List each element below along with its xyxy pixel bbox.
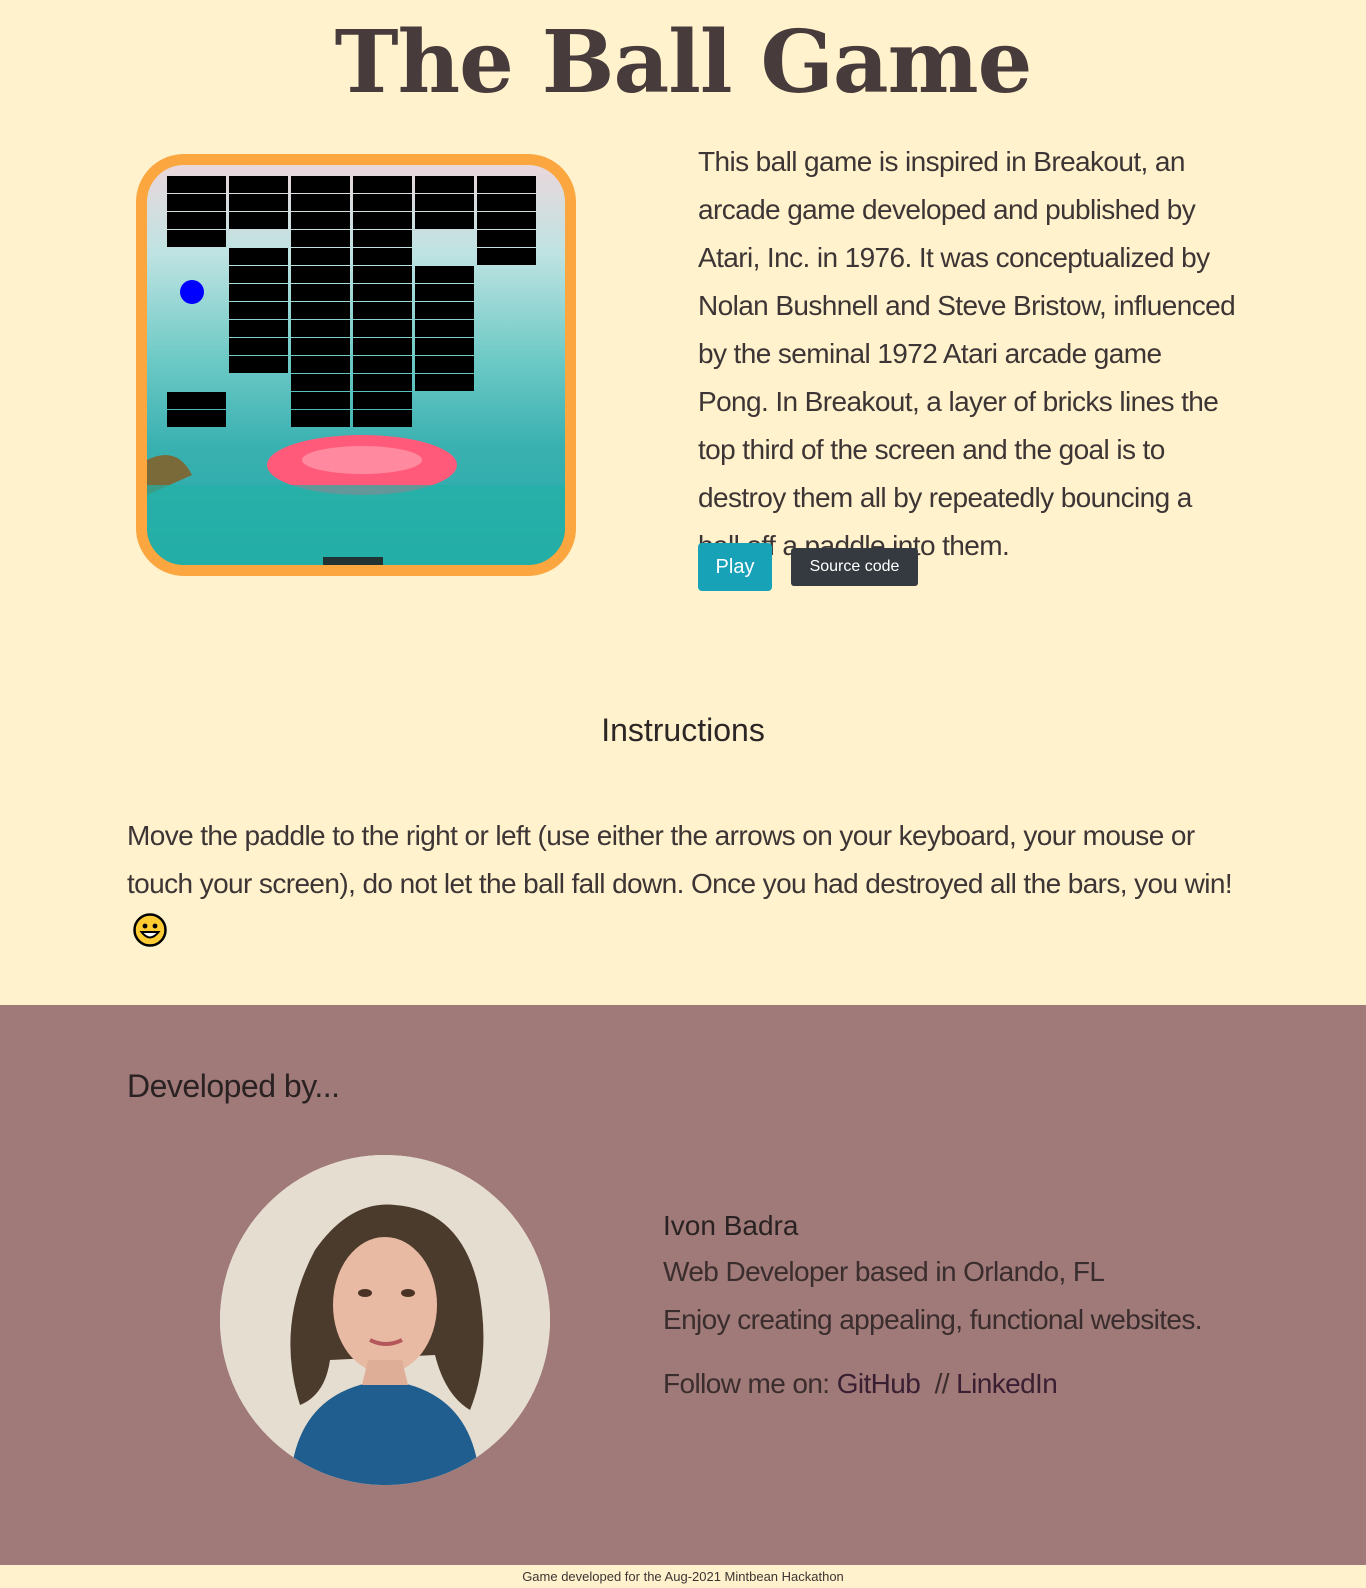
brick [353, 212, 412, 229]
github-link[interactable]: GitHub [837, 1368, 921, 1399]
brick [291, 302, 350, 319]
brick [353, 248, 412, 265]
brick [477, 194, 536, 211]
instructions-heading: Instructions [601, 712, 765, 748]
brick [291, 392, 350, 409]
brick [167, 194, 226, 211]
instructions-body: Move the paddle to the right or left (us… [127, 820, 1233, 899]
link-separator: // [934, 1368, 950, 1399]
avatar-image [220, 1155, 550, 1485]
instructions-text: Move the paddle to the right or left (us… [127, 812, 1247, 956]
brick [477, 176, 536, 193]
brick [229, 302, 288, 319]
follow-links: Follow me on: GitHub // LinkedIn [663, 1368, 1058, 1400]
brick [415, 284, 474, 301]
brick [291, 338, 350, 355]
game-preview-canvas [147, 176, 565, 565]
brick [291, 248, 350, 265]
game-preview [136, 154, 576, 576]
brick [415, 374, 474, 391]
brick [477, 212, 536, 229]
brick [353, 338, 412, 355]
brick [291, 212, 350, 229]
brick [415, 266, 474, 283]
brick [353, 284, 412, 301]
linkedin-link[interactable]: LinkedIn [956, 1368, 1058, 1399]
brick [291, 284, 350, 301]
brick [229, 356, 288, 373]
brick [291, 356, 350, 373]
brick [415, 212, 474, 229]
brick [167, 410, 226, 427]
developer-avatar [220, 1155, 550, 1485]
smiley-icon [133, 913, 167, 947]
brick [353, 194, 412, 211]
brick [353, 176, 412, 193]
brick [353, 302, 412, 319]
brick [291, 230, 350, 247]
brick [167, 176, 226, 193]
brick [415, 194, 474, 211]
brick [415, 320, 474, 337]
sea-water [147, 485, 565, 565]
footer-credit: Game developed for the Aug-2021 Mintbean… [0, 1566, 1366, 1588]
developer-tagline-1: Web Developer based in Orlando, FL [663, 1256, 1105, 1287]
brick [353, 266, 412, 283]
paddle [323, 557, 383, 565]
avatar-face [333, 1237, 437, 1373]
brick [229, 194, 288, 211]
brick [229, 248, 288, 265]
play-button[interactable]: Play [698, 543, 772, 591]
brick [477, 248, 536, 265]
avatar-eye-right [401, 1289, 415, 1297]
brick [229, 266, 288, 283]
page-title: The Ball Game [334, 12, 1033, 113]
developer-name: Ivon Badra [663, 1210, 799, 1241]
brick [291, 320, 350, 337]
brick [167, 212, 226, 229]
brick [167, 230, 226, 247]
follow-prefix: Follow me on: [663, 1368, 830, 1399]
brick [477, 230, 536, 247]
brick-grid [167, 176, 536, 427]
brick [353, 356, 412, 373]
brick [229, 176, 288, 193]
source-code-button[interactable]: Source code [791, 548, 918, 586]
brick [291, 374, 350, 391]
brick [415, 338, 474, 355]
avatar-neck [362, 1360, 408, 1385]
brick [229, 284, 288, 301]
ball [180, 280, 204, 304]
brick [353, 410, 412, 427]
brick [353, 230, 412, 247]
developer-tagline-2: Enjoy creating appealing, functional web… [663, 1304, 1203, 1335]
pink-float-highlight [302, 446, 422, 474]
brick [415, 176, 474, 193]
brick [415, 302, 474, 319]
brick [229, 320, 288, 337]
brick [415, 356, 474, 373]
brick [291, 410, 350, 427]
brick [353, 392, 412, 409]
brick [291, 176, 350, 193]
brick [353, 374, 412, 391]
brick [291, 194, 350, 211]
developer-heading: Developed by... [127, 1068, 340, 1104]
avatar-eye-left [358, 1289, 372, 1297]
brick [229, 212, 288, 229]
brick [229, 338, 288, 355]
game-description: This ball game is inspired in Breakout, … [698, 146, 1236, 561]
brick [353, 320, 412, 337]
brick [167, 392, 226, 409]
brick [291, 266, 350, 283]
